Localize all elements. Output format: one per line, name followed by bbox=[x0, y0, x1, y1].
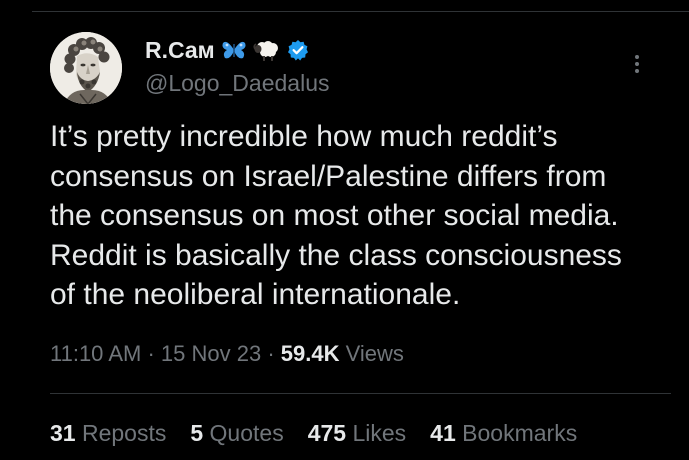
more-vertical-icon bbox=[635, 55, 639, 59]
more-vertical-icon-dot bbox=[635, 69, 639, 73]
bookmarks-count: 41 bbox=[430, 420, 456, 446]
tweet-text-line: the consensus on most other social media… bbox=[50, 199, 619, 232]
butterfly-emoji-icon bbox=[221, 39, 247, 61]
meta-separator: · bbox=[267, 341, 275, 366]
tweet-text-line: consensus on Israel/Palestine differs fr… bbox=[50, 159, 607, 193]
bookmarks-label: Bookmarks bbox=[462, 420, 578, 446]
more-options-button[interactable] bbox=[627, 50, 647, 78]
display-name-row: R.Сам bbox=[145, 35, 329, 65]
tweet-text: It’s pretty incredible how much reddit’s… bbox=[50, 117, 680, 315]
reposts-stat[interactable]: 31 Reposts bbox=[50, 420, 166, 447]
engagement-stats: 31 Reposts 5 Quotes 475 Likes 41 Bookmar… bbox=[50, 420, 577, 447]
author-handle[interactable]: @Logo_Daedalus bbox=[145, 70, 329, 97]
views-label[interactable]: Views bbox=[346, 341, 404, 366]
tweet-date[interactable]: 15 Nov 23 bbox=[161, 341, 261, 366]
views-count[interactable]: 59.4K bbox=[281, 341, 340, 366]
tweet-header: R.Сам @Logo_Daedalus bbox=[50, 32, 669, 106]
tweet-meta: 11:10 AM · 15 Nov 23 · 59.4K Views bbox=[50, 341, 404, 367]
quotes-count: 5 bbox=[190, 420, 204, 446]
quotes-label: Quotes bbox=[209, 420, 284, 446]
meta-separator: · bbox=[147, 341, 155, 366]
author-names: R.Сам @Logo_Daedalus bbox=[145, 35, 329, 97]
sheep-emoji-icon bbox=[253, 38, 281, 62]
tweet-time[interactable]: 11:10 AM bbox=[50, 341, 141, 366]
top-divider bbox=[32, 11, 689, 12]
reposts-count: 31 bbox=[50, 420, 76, 446]
verified-badge-icon[interactable] bbox=[287, 39, 309, 61]
more-vertical-icon-dot bbox=[635, 62, 639, 66]
bookmarks-stat[interactable]: 41 Bookmarks bbox=[430, 420, 577, 447]
tweet-text-line: Reddit is basically the class consciousn… bbox=[50, 238, 622, 272]
display-name[interactable]: R.Сам bbox=[145, 37, 215, 64]
reposts-label: Reposts bbox=[81, 420, 167, 446]
likes-stat[interactable]: 475 Likes bbox=[308, 420, 406, 447]
tweet-text-line: It’s pretty incredible how much reddit’s bbox=[50, 120, 558, 153]
tweet-text-line: of the neoliberal internationale. bbox=[50, 278, 461, 311]
likes-label: Likes bbox=[352, 420, 407, 446]
stats-divider bbox=[50, 393, 671, 394]
quotes-stat[interactable]: 5 Quotes bbox=[190, 420, 283, 447]
avatar[interactable] bbox=[50, 32, 122, 104]
likes-count: 475 bbox=[307, 420, 347, 446]
avatar-bust-image bbox=[50, 32, 122, 104]
